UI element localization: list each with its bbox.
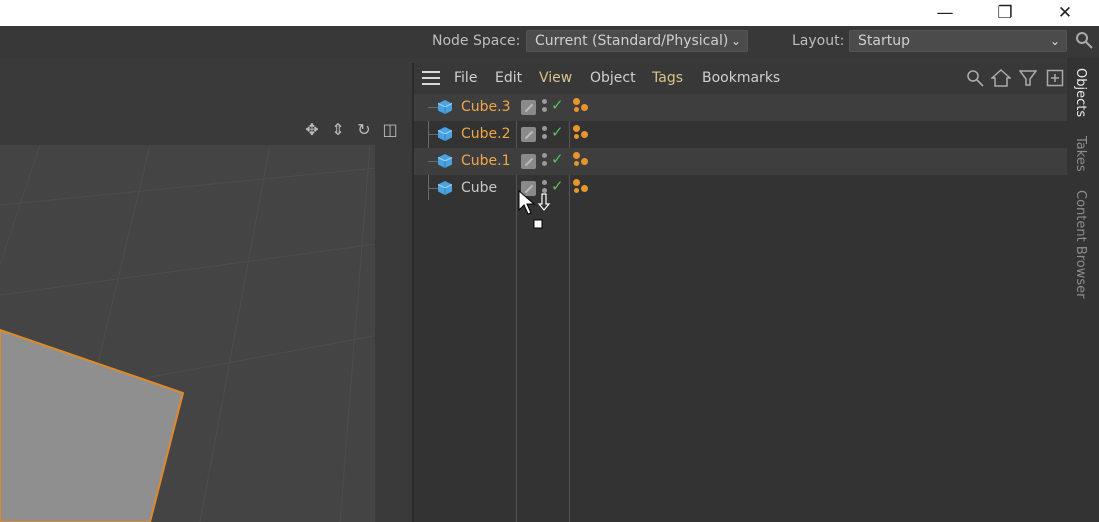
visibility-dots-icon[interactable] xyxy=(542,126,548,144)
object-list: Cube.3 ✓ Cube.2 ✓ Cube.1 ✓ Cube ✓ xyxy=(414,94,1069,202)
object-manager: File Edit View Object Tags Bookmarks Cub… xyxy=(412,63,1069,522)
zoom-icon[interactable]: ⇕ xyxy=(328,120,348,140)
rotate-icon[interactable]: ↻ xyxy=(354,120,374,140)
layout-value: Startup xyxy=(858,33,910,49)
minimize-button[interactable]: — xyxy=(925,0,965,26)
layer-icon[interactable] xyxy=(521,127,536,142)
chevron-down-icon: ⌄ xyxy=(1049,34,1060,48)
menu-bookmarks[interactable]: Bookmarks xyxy=(702,70,780,86)
move-icon[interactable]: ✥ xyxy=(302,120,322,140)
object-manager-menubar: File Edit View Object Tags Bookmarks xyxy=(414,63,1069,94)
hamburger-icon[interactable] xyxy=(422,71,440,85)
search-icon[interactable] xyxy=(966,69,984,91)
search-icon[interactable] xyxy=(1074,30,1094,50)
menu-file[interactable]: File xyxy=(454,70,477,86)
top-strip: Node Space: Current (Standard/Physical) … xyxy=(0,26,1099,58)
frame-icon[interactable]: ◫ xyxy=(380,120,400,140)
node-space-label: Node Space: xyxy=(432,33,521,49)
enabled-check-icon[interactable]: ✓ xyxy=(551,96,564,114)
menu-view[interactable]: View xyxy=(539,70,572,86)
viewport-header xyxy=(0,58,406,120)
layout-label: Layout: xyxy=(792,33,845,49)
visibility-dots-icon[interactable] xyxy=(542,99,548,117)
window-titlebar: — ❐ ✕ xyxy=(0,0,1099,26)
tab-takes[interactable]: Takes xyxy=(1073,136,1088,172)
tab-objects[interactable]: Objects xyxy=(1073,68,1088,117)
material-tag-icon[interactable] xyxy=(572,125,592,143)
object-row[interactable]: Cube.1 ✓ xyxy=(414,148,1069,175)
object-name[interactable]: Cube.1 xyxy=(461,153,511,169)
visibility-dots-icon[interactable] xyxy=(542,153,548,171)
add-icon[interactable] xyxy=(1046,69,1064,91)
tree-branch xyxy=(428,188,438,189)
menu-tags[interactable]: Tags xyxy=(652,70,683,86)
home-icon[interactable] xyxy=(990,68,1012,91)
node-space-value: Current (Standard/Physical) xyxy=(535,33,729,49)
viewport-toolbar: ✥ ⇕ ↻ ◫ xyxy=(302,120,400,142)
object-name[interactable]: Cube.2 xyxy=(461,126,511,142)
chevron-down-icon: ⌄ xyxy=(730,34,741,48)
tree-branch xyxy=(428,161,438,162)
cube-icon xyxy=(438,127,452,141)
tree-branch xyxy=(428,134,438,135)
tree-branch xyxy=(428,107,438,108)
material-tag-icon[interactable] xyxy=(572,98,592,116)
tab-content-browser[interactable]: Content Browser xyxy=(1073,190,1088,299)
object-row[interactable]: Cube ✓ xyxy=(414,175,1069,202)
enabled-check-icon[interactable]: ✓ xyxy=(551,150,564,168)
close-button[interactable]: ✕ xyxy=(1045,0,1085,26)
filter-icon[interactable] xyxy=(1018,69,1038,91)
side-tab-strip: Objects Takes Content Browser xyxy=(1067,58,1099,522)
object-name[interactable]: Cube xyxy=(461,180,497,196)
object-row[interactable]: Cube.2 ✓ xyxy=(414,121,1069,148)
cube-icon xyxy=(438,100,452,114)
layer-icon[interactable] xyxy=(521,100,536,115)
viewport-scene xyxy=(0,145,406,522)
cube-icon xyxy=(438,181,452,195)
mouse-cursor-icon xyxy=(518,189,558,234)
viewport-scrollbar[interactable] xyxy=(375,145,406,522)
enabled-check-icon[interactable]: ✓ xyxy=(551,123,564,141)
object-row[interactable]: Cube.3 ✓ xyxy=(414,94,1069,121)
menu-edit[interactable]: Edit xyxy=(495,70,522,86)
material-tag-icon[interactable] xyxy=(572,152,592,170)
menu-object[interactable]: Object xyxy=(590,70,636,86)
3d-viewport[interactable] xyxy=(0,145,406,522)
cube-icon xyxy=(438,154,452,168)
layout-select[interactable]: Startup ⌄ xyxy=(849,30,1067,52)
node-space-select[interactable]: Current (Standard/Physical) ⌄ xyxy=(526,30,748,52)
layer-icon[interactable] xyxy=(521,154,536,169)
material-tag-icon[interactable] xyxy=(572,179,592,197)
object-name[interactable]: Cube.3 xyxy=(461,99,511,115)
restore-button[interactable]: ❐ xyxy=(985,0,1025,26)
